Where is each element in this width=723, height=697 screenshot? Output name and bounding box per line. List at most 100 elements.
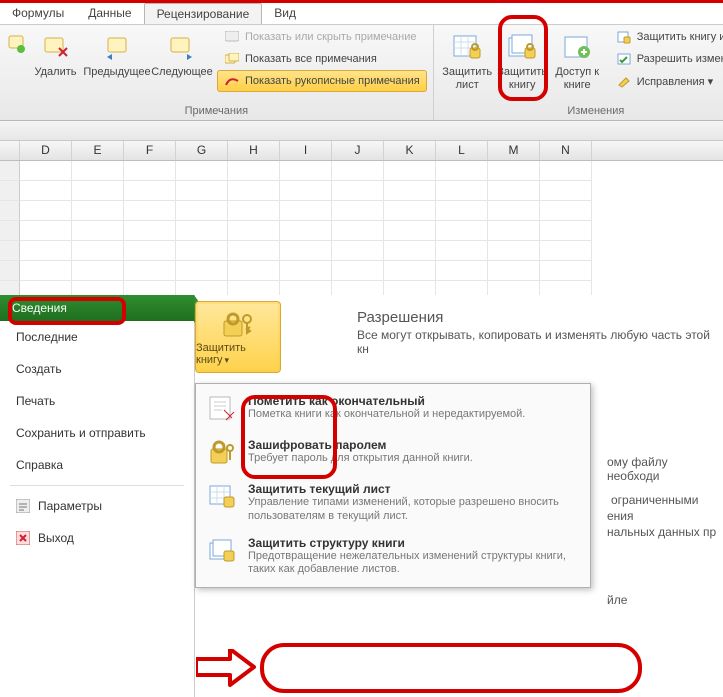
backstage-exit[interactable]: Выход xyxy=(0,522,194,554)
cell[interactable] xyxy=(72,181,124,201)
cell[interactable] xyxy=(332,221,384,241)
col-header[interactable]: N xyxy=(540,141,592,160)
menu-mark-final[interactable]: Пометить как окончательныйПометка книги … xyxy=(196,388,590,432)
share-book-button[interactable]: Доступ к книге xyxy=(550,26,605,92)
protect-book-button[interactable]: Защитить книгу xyxy=(495,26,550,92)
cell[interactable] xyxy=(280,181,332,201)
select-all-corner[interactable] xyxy=(0,141,20,160)
cell[interactable] xyxy=(332,261,384,281)
next-comment-button[interactable]: Следующее xyxy=(151,26,213,80)
col-header[interactable]: D xyxy=(20,141,72,160)
cell[interactable] xyxy=(540,261,592,281)
cell[interactable] xyxy=(20,221,72,241)
cell[interactable] xyxy=(124,181,176,201)
cell[interactable] xyxy=(72,201,124,221)
cell[interactable] xyxy=(20,181,72,201)
backstage-current[interactable]: Сведения xyxy=(0,295,194,321)
cell[interactable] xyxy=(436,181,488,201)
cell[interactable] xyxy=(436,201,488,221)
cell[interactable] xyxy=(124,261,176,281)
cell[interactable] xyxy=(0,241,20,261)
cell[interactable] xyxy=(332,241,384,261)
cell[interactable] xyxy=(436,221,488,241)
protect-share-button[interactable]: Защитить книгу и да xyxy=(609,26,723,48)
cell[interactable] xyxy=(488,241,540,261)
cell[interactable] xyxy=(384,181,436,201)
menu-protect-sheet[interactable]: Защитить текущий листУправление типами и… xyxy=(196,476,590,530)
tab-formulas[interactable]: Формулы xyxy=(0,3,76,24)
col-header[interactable]: F xyxy=(124,141,176,160)
cell[interactable] xyxy=(488,161,540,181)
menu-protect-structure[interactable]: Защитить структуру книгиПредотвращение н… xyxy=(196,530,590,584)
track-changes-button[interactable]: Исправления ▾ xyxy=(609,70,723,92)
cell[interactable] xyxy=(488,261,540,281)
backstage-new[interactable]: Создать xyxy=(0,353,194,385)
delete-comment-button[interactable]: Удалить xyxy=(28,26,83,80)
backstage-print[interactable]: Печать xyxy=(0,385,194,417)
cell[interactable] xyxy=(332,181,384,201)
cell[interactable] xyxy=(540,241,592,261)
cell[interactable] xyxy=(124,201,176,221)
cell[interactable] xyxy=(0,261,20,281)
cell[interactable] xyxy=(228,221,280,241)
allow-edit-button[interactable]: Разрешить изменени xyxy=(609,48,723,70)
cell[interactable] xyxy=(280,161,332,181)
cell[interactable] xyxy=(0,181,20,201)
grid-rows[interactable] xyxy=(0,161,723,301)
cell[interactable] xyxy=(228,241,280,261)
cell[interactable] xyxy=(124,161,176,181)
cell[interactable] xyxy=(384,261,436,281)
cell[interactable] xyxy=(228,261,280,281)
cell[interactable] xyxy=(72,261,124,281)
col-header[interactable]: J xyxy=(332,141,384,160)
cell[interactable] xyxy=(72,221,124,241)
cell[interactable] xyxy=(228,201,280,221)
cell[interactable] xyxy=(384,201,436,221)
protect-sheet-button[interactable]: Защитить лист xyxy=(440,26,495,92)
col-header[interactable]: E xyxy=(72,141,124,160)
cell[interactable] xyxy=(72,241,124,261)
tab-data[interactable]: Данные xyxy=(76,3,143,24)
backstage-help[interactable]: Справка xyxy=(0,449,194,481)
cell[interactable] xyxy=(488,221,540,241)
new-comment-button[interactable] xyxy=(6,26,28,65)
cell[interactable] xyxy=(540,201,592,221)
cell[interactable] xyxy=(0,221,20,241)
protect-workbook-button[interactable]: Защитить книгу▾ xyxy=(195,301,281,373)
backstage-save-send[interactable]: Сохранить и отправить xyxy=(0,417,194,449)
cell[interactable] xyxy=(176,241,228,261)
cell[interactable] xyxy=(0,161,20,181)
cell[interactable] xyxy=(488,181,540,201)
cell[interactable] xyxy=(228,181,280,201)
tab-review[interactable]: Рецензирование xyxy=(144,3,263,24)
cell[interactable] xyxy=(384,161,436,181)
cell[interactable] xyxy=(228,161,280,181)
prev-comment-button[interactable]: Предыдущее xyxy=(83,26,151,80)
col-header[interactable]: G xyxy=(176,141,228,160)
backstage-options[interactable]: Параметры xyxy=(0,490,194,522)
cell[interactable] xyxy=(436,261,488,281)
cell[interactable] xyxy=(540,161,592,181)
cell[interactable] xyxy=(332,201,384,221)
cell[interactable] xyxy=(124,221,176,241)
col-header[interactable]: M xyxy=(488,141,540,160)
cell[interactable] xyxy=(176,261,228,281)
cell[interactable] xyxy=(280,241,332,261)
cell[interactable] xyxy=(280,201,332,221)
col-header[interactable]: I xyxy=(280,141,332,160)
cell[interactable] xyxy=(176,221,228,241)
cell[interactable] xyxy=(176,181,228,201)
cell[interactable] xyxy=(176,201,228,221)
col-header[interactable]: K xyxy=(384,141,436,160)
cell[interactable] xyxy=(0,201,20,221)
cell[interactable] xyxy=(436,161,488,181)
cell[interactable] xyxy=(20,261,72,281)
cell[interactable] xyxy=(20,241,72,261)
cell[interactable] xyxy=(176,161,228,181)
cell[interactable] xyxy=(540,181,592,201)
cell[interactable] xyxy=(124,241,176,261)
menu-encrypt[interactable]: Зашифровать паролемТребует пароль для от… xyxy=(196,432,590,476)
cell[interactable] xyxy=(20,161,72,181)
col-header[interactable]: H xyxy=(228,141,280,160)
cell[interactable] xyxy=(20,201,72,221)
